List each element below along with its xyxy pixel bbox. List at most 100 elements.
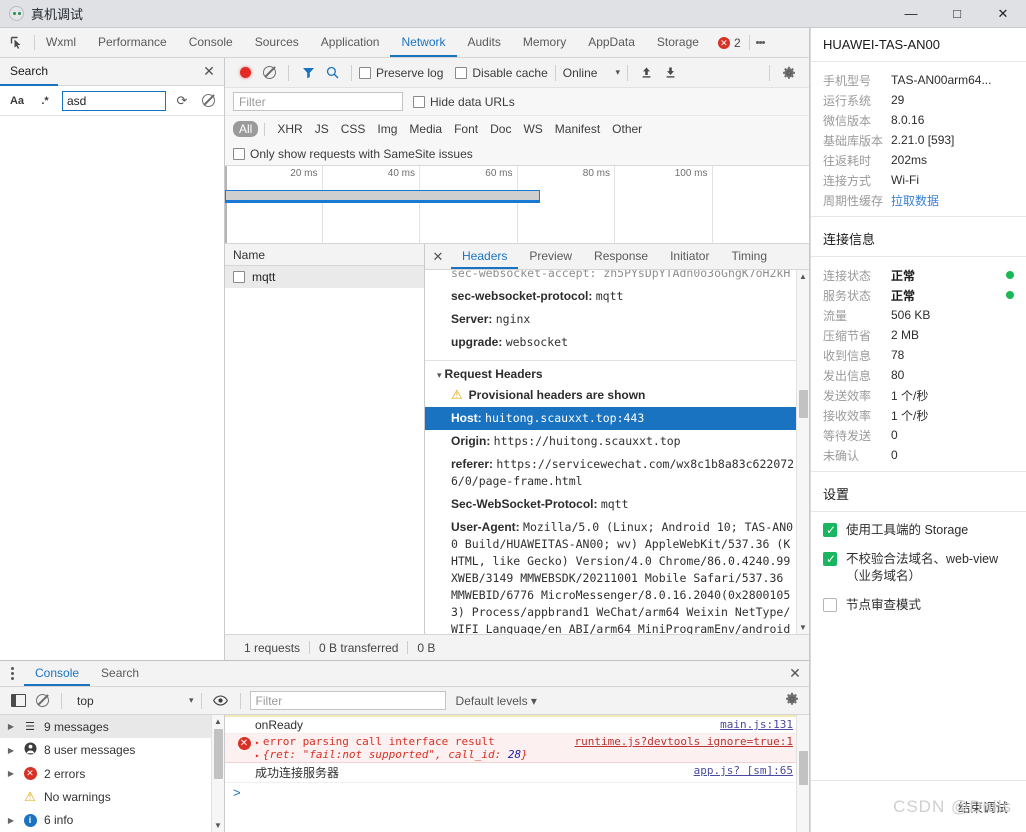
chevron-right-icon[interactable]: ▶: [6, 816, 16, 825]
network-filter-input[interactable]: [233, 92, 403, 111]
tab-search[interactable]: Search: [90, 661, 150, 686]
gear-icon[interactable]: [777, 66, 801, 80]
kebab-menu-icon[interactable]: [0, 661, 24, 686]
header-line[interactable]: sec-websocket-protocol: mqtt: [425, 285, 809, 308]
upload-icon[interactable]: [635, 66, 659, 79]
sidebar-toggle-icon[interactable]: [6, 694, 30, 707]
tab-audits[interactable]: Audits: [457, 28, 512, 57]
throttling-select[interactable]: Online: [563, 66, 598, 80]
header-line[interactable]: Sec-WebSocket-Protocol: mqtt: [425, 493, 809, 516]
error-count-badge[interactable]: ✕ 2: [710, 28, 749, 57]
header-line[interactable]: Server: nginx: [425, 308, 809, 331]
scrollbar-thumb[interactable]: [799, 751, 808, 785]
tab-console[interactable]: Console: [24, 661, 91, 686]
chevron-right-icon[interactable]: ▶: [6, 746, 16, 755]
sidebar-item-errors[interactable]: ▶ ✕ 2 errors: [0, 762, 224, 785]
sidebar-item-info[interactable]: ▶ i 6 info: [0, 809, 224, 832]
tab-preview[interactable]: Preview: [518, 244, 583, 269]
search-pane-title[interactable]: Search: [0, 58, 59, 86]
type-filter-ws[interactable]: WS: [517, 121, 548, 137]
tab-console[interactable]: Console: [178, 28, 244, 57]
request-list-header[interactable]: Name: [225, 244, 424, 266]
scroll-up-icon[interactable]: ▲: [212, 715, 224, 728]
close-icon[interactable]: ✕: [425, 244, 451, 269]
log-source-link[interactable]: app.js? [sm]:65: [686, 764, 793, 777]
match-case-icon[interactable]: Aa: [6, 95, 28, 107]
inspect-element-icon[interactable]: [0, 28, 34, 57]
context-select[interactable]: top: [69, 694, 189, 708]
sidebar-item-user-messages[interactable]: ▶ 8 user messages: [0, 738, 224, 761]
timeline-selection-bar[interactable]: [225, 190, 541, 203]
gear-icon[interactable]: [785, 692, 803, 709]
tab-appdata[interactable]: AppData: [577, 28, 646, 57]
chevron-right-icon[interactable]: ▸: [255, 751, 260, 760]
network-overview-timeline[interactable]: 20 ms 40 ms 60 ms 80 ms 100 ms: [225, 166, 809, 244]
header-line[interactable]: User-Agent: Mozilla/5.0 (Linux; Android …: [425, 516, 809, 634]
eye-icon[interactable]: [209, 695, 233, 706]
sidebar-item-warnings[interactable]: ⚠ No warnings: [0, 785, 224, 808]
list-item[interactable]: 成功连接服务器 app.js? [sm]:65: [225, 763, 809, 783]
chevron-right-icon[interactable]: ▶: [6, 722, 16, 731]
type-filter-font[interactable]: Font: [448, 121, 484, 137]
type-filter-other[interactable]: Other: [606, 121, 648, 137]
clear-icon[interactable]: [198, 93, 218, 108]
setting-skip-domain-check[interactable]: 不校验合法域名、web-view（业务域名）: [823, 551, 1014, 585]
tab-headers[interactable]: Headers: [451, 244, 519, 269]
list-item[interactable]: ✕ ▸ error parsing call interface result ▸…: [225, 734, 809, 763]
chevron-right-icon[interactable]: ▸: [255, 738, 260, 747]
maximize-button[interactable]: □: [934, 0, 980, 28]
header-line[interactable]: upgrade: websocket: [425, 331, 809, 354]
fetch-data-link[interactable]: 拉取数据: [891, 192, 1014, 209]
scroll-down-icon[interactable]: ▼: [212, 819, 224, 832]
type-filter-js[interactable]: JS: [309, 121, 335, 137]
clear-no-entry-icon[interactable]: [30, 694, 54, 707]
search-icon[interactable]: [320, 66, 344, 79]
hide-data-urls-checkbox[interactable]: Hide data URLs: [413, 95, 515, 109]
funnel-icon[interactable]: [296, 66, 320, 79]
download-icon[interactable]: [659, 66, 683, 79]
log-source-link[interactable]: runtime.js?devtools ignore=true:1: [566, 735, 793, 748]
type-filter-doc[interactable]: Doc: [484, 121, 517, 137]
console-log-scrollbar[interactable]: [796, 715, 809, 832]
type-filter-xhr[interactable]: XHR: [271, 121, 308, 137]
search-input[interactable]: [62, 90, 166, 111]
clear-no-entry-icon[interactable]: [257, 66, 281, 79]
type-filter-all[interactable]: All: [233, 121, 259, 137]
header-line[interactable]: Host: huitong.scauxxt.top:443: [425, 407, 809, 430]
log-levels-select[interactable]: Default levels ▾: [446, 694, 537, 708]
console-sidebar-scrollbar[interactable]: ▲ ▼: [211, 715, 224, 832]
request-headers-section-title[interactable]: ▾ Request Headers: [425, 361, 809, 385]
type-filter-css[interactable]: CSS: [335, 121, 372, 137]
list-item[interactable]: onReady main.js:131: [225, 715, 809, 734]
close-icon[interactable]: ✕: [781, 661, 809, 686]
refresh-icon[interactable]: ⟳: [172, 93, 192, 109]
console-filter-input[interactable]: [249, 691, 446, 710]
regex-icon[interactable]: .*: [34, 95, 56, 107]
samesite-checkbox[interactable]: Only show requests with SameSite issues: [233, 147, 473, 161]
tab-network[interactable]: Network: [390, 28, 457, 57]
log-source-link[interactable]: main.js:131: [712, 718, 793, 731]
minimize-button[interactable]: —: [888, 0, 934, 28]
console-prompt[interactable]: >: [225, 783, 809, 800]
end-debug-button[interactable]: 结束调试: [958, 797, 1008, 816]
header-line[interactable]: referer: https://servicewechat.com/wx8c1…: [425, 453, 809, 493]
disable-cache-checkbox[interactable]: Disable cache: [455, 66, 548, 80]
tab-initiator[interactable]: Initiator: [659, 244, 720, 269]
tab-storage[interactable]: Storage: [646, 28, 710, 57]
detail-scrollbar[interactable]: ▲ ▼: [796, 270, 809, 634]
tab-performance[interactable]: Performance: [87, 28, 178, 57]
type-filter-img[interactable]: Img: [371, 121, 403, 137]
close-button[interactable]: ✕: [980, 0, 1026, 28]
chevron-right-icon[interactable]: ▶: [6, 769, 16, 778]
header-line[interactable]: Origin: https://huitong.scauxxt.top: [425, 430, 809, 453]
close-icon[interactable]: ✕: [194, 63, 224, 80]
tab-wxml[interactable]: Wxml: [35, 28, 87, 57]
chevron-down-icon[interactable]: ▾: [189, 695, 194, 706]
tab-response[interactable]: Response: [583, 244, 659, 269]
table-row[interactable]: mqtt: [225, 266, 424, 288]
preserve-log-checkbox[interactable]: Preserve log: [359, 66, 443, 80]
scrollbar-thumb[interactable]: [799, 390, 808, 418]
scroll-up-icon[interactable]: ▲: [797, 270, 809, 283]
sidebar-item-messages[interactable]: ▶ ☰ 9 messages: [0, 715, 224, 739]
kebab-menu-icon[interactable]: [750, 28, 772, 57]
